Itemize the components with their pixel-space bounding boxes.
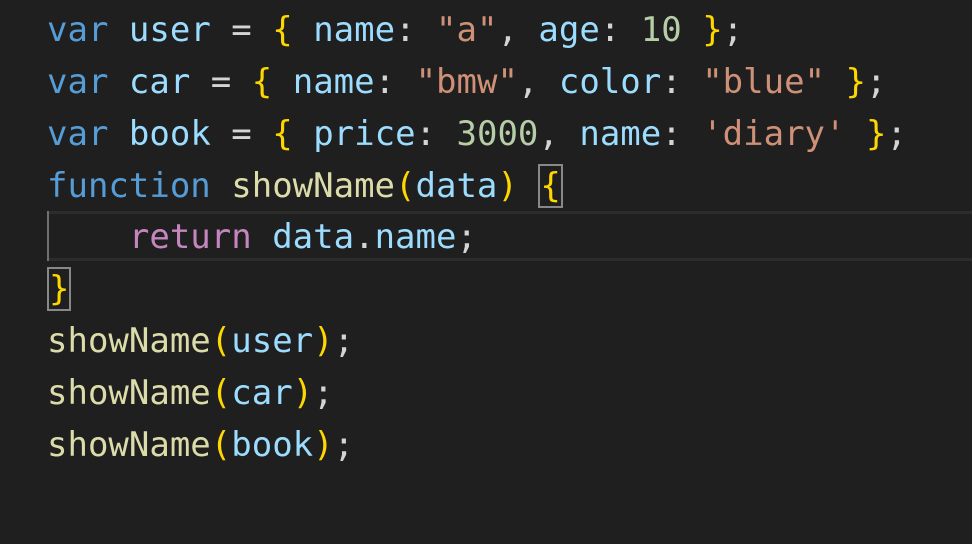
code-token: ( bbox=[210, 373, 232, 413]
code-token: ; bbox=[313, 373, 334, 413]
code-token: ; bbox=[886, 114, 907, 154]
code-token: 10 bbox=[640, 10, 682, 50]
code-token: ( bbox=[210, 425, 232, 465]
code-token: : bbox=[374, 62, 416, 102]
code-token: var bbox=[47, 114, 109, 154]
code-token: : bbox=[661, 114, 703, 154]
code-token: } bbox=[702, 10, 723, 50]
code-token: : bbox=[599, 10, 641, 50]
code-token: { bbox=[272, 114, 293, 154]
code-token: ; bbox=[722, 10, 744, 50]
code-line-5[interactable]: return data.name; bbox=[47, 211, 477, 263]
code-token: { bbox=[251, 62, 273, 102]
code-token: name bbox=[313, 10, 396, 50]
code-token: book bbox=[231, 425, 314, 465]
code-token: ; bbox=[456, 217, 477, 257]
code-token: name bbox=[579, 114, 662, 154]
code-token: , bbox=[517, 62, 559, 102]
code-token: , bbox=[497, 10, 539, 50]
code-token: = bbox=[210, 114, 273, 154]
code-token: ( bbox=[395, 166, 416, 206]
code-token: showName bbox=[231, 166, 396, 206]
code-token: showName bbox=[47, 373, 211, 413]
code-token: age bbox=[538, 10, 600, 50]
code-token: : bbox=[661, 62, 703, 102]
matched-bracket: { bbox=[538, 164, 563, 208]
code-token: . bbox=[354, 217, 375, 257]
matched-bracket: } bbox=[47, 267, 72, 311]
code-token: "a" bbox=[436, 10, 498, 50]
code-line-6[interactable]: } bbox=[47, 263, 72, 315]
code-line-8[interactable]: showName(car); bbox=[47, 367, 334, 419]
code-line-4[interactable]: function showName(data) { bbox=[47, 160, 563, 212]
code-token: return bbox=[128, 217, 252, 257]
code-token: ) bbox=[292, 373, 314, 413]
code-token: 'diary' bbox=[702, 114, 846, 154]
code-token: user bbox=[231, 321, 314, 361]
code-token: name bbox=[374, 217, 457, 257]
code-token: function bbox=[47, 166, 211, 206]
code-line-3[interactable]: var book = { price: 3000, name: 'diary' … bbox=[47, 108, 907, 160]
code-token: : bbox=[395, 10, 437, 50]
code-token: var bbox=[47, 62, 109, 102]
code-token: var bbox=[47, 10, 109, 50]
code-token: car bbox=[128, 62, 191, 102]
code-token: = bbox=[190, 62, 252, 102]
code-token: ) bbox=[313, 321, 334, 361]
code-token: "bmw" bbox=[415, 62, 518, 102]
code-token: name bbox=[292, 62, 375, 102]
code-token: } bbox=[845, 62, 866, 102]
code-token: ) bbox=[497, 166, 518, 206]
code-token: : bbox=[415, 114, 457, 154]
code-token: ) bbox=[313, 425, 334, 465]
code-token: book bbox=[128, 114, 211, 154]
code-token: } bbox=[865, 114, 887, 154]
code-token: 3000 bbox=[456, 114, 539, 154]
code-token: user bbox=[128, 10, 211, 50]
code-token: "blue" bbox=[702, 62, 826, 102]
code-token: ; bbox=[333, 425, 355, 465]
code-token: { bbox=[272, 10, 293, 50]
code-token: data bbox=[415, 166, 498, 206]
code-token: = bbox=[210, 10, 273, 50]
code-token: car bbox=[231, 373, 293, 413]
code-token: showName bbox=[47, 425, 211, 465]
code-editor[interactable]: var user = { name: "a", age: 10 }; var c… bbox=[0, 0, 972, 544]
code-token: , bbox=[538, 114, 580, 154]
code-token: ( bbox=[210, 321, 232, 361]
code-token: ; bbox=[865, 62, 887, 102]
code-line-2[interactable]: var car = { name: "bmw", color: "blue" }… bbox=[47, 56, 886, 108]
code-line-1[interactable]: var user = { name: "a", age: 10 }; bbox=[47, 4, 743, 56]
code-token: color bbox=[558, 62, 662, 102]
code-line-9[interactable]: showName(book); bbox=[47, 419, 354, 471]
code-token: ; bbox=[333, 321, 355, 361]
code-token: showName bbox=[47, 321, 211, 361]
code-token: data bbox=[272, 217, 355, 257]
code-token: price bbox=[313, 114, 416, 154]
code-line-7[interactable]: showName(user); bbox=[47, 315, 354, 367]
